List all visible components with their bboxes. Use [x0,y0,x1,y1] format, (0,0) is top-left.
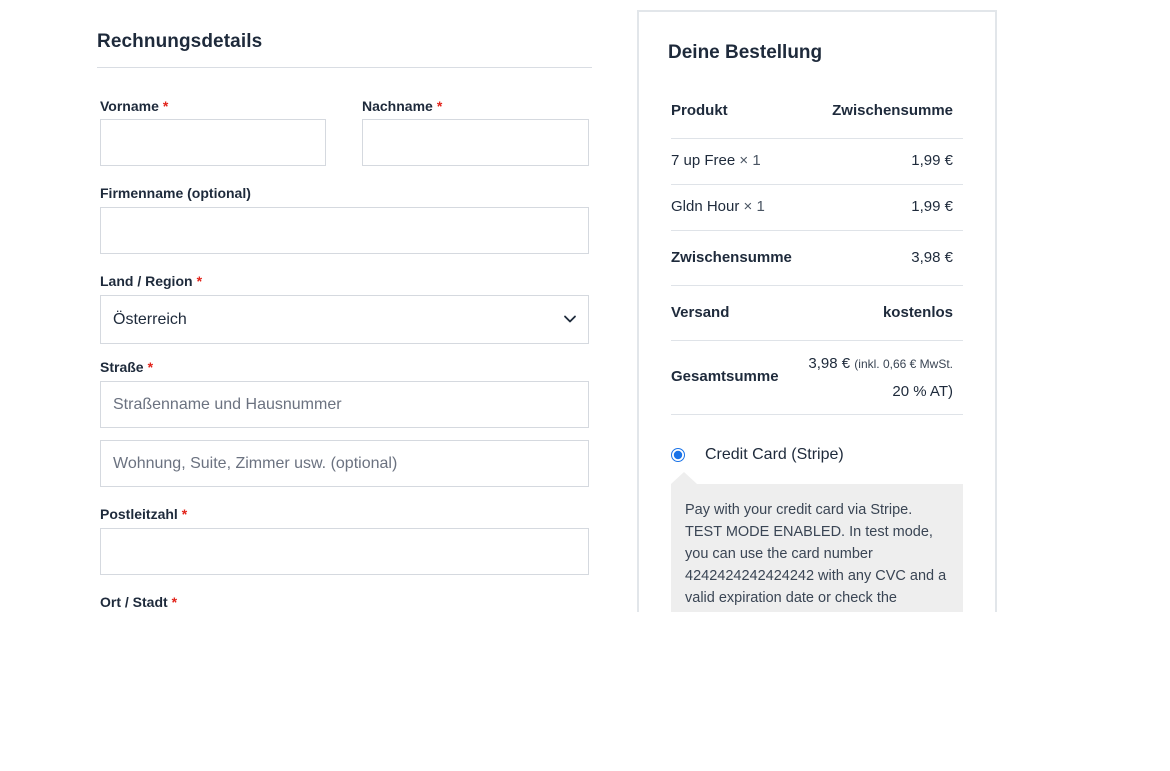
city-label: Ort / Stadt * [100,594,177,610]
order-item-quantity: × 1 [743,198,765,215]
subtotal-value: 3,98 € [911,249,953,266]
street-address-2-input[interactable] [100,440,589,487]
order-title: Deine Bestellung [668,42,823,63]
order-item-price: 1,99 € [911,152,953,169]
total-label: Gesamtsumme [671,368,779,385]
column-header-subtotal: Zwischensumme [832,102,953,119]
required-marker: * [436,98,443,114]
payment-method-radio-wrap [671,448,685,462]
shipping-label: Versand [671,304,730,321]
first-name-label-text: Vorname [100,98,159,114]
last-name-input[interactable] [362,119,589,166]
required-marker: * [171,594,178,610]
order-item-row: 7 up Free × 1 1,99 € [671,138,963,185]
total-row: Gesamtsumme 3,98 € (inkl. 0,66 € MwSt. 2… [671,340,963,415]
street-label: Straße * [100,359,153,375]
billing-title: Rechnungsdetails [97,31,263,52]
order-table-header: Produkt Zwischensumme [671,94,963,139]
shipping-row: Versand kostenlos [671,285,963,341]
required-marker: * [196,273,203,289]
order-item-name: Gldn Hour × 1 [671,198,765,215]
last-name-label: Nachname * [362,98,442,114]
postcode-input[interactable] [100,528,589,575]
tax-note: (inkl. 0,66 € MwSt. [854,357,953,371]
payment-box-arrow [671,472,697,484]
shipping-value: kostenlos [882,304,953,321]
subtotal-label: Zwischensumme [671,249,792,266]
order-item-quantity: × 1 [739,152,761,169]
payment-method-label[interactable]: Credit Card (Stripe) [705,446,844,464]
page-viewport: Rechnungsdetails Vorname * Nachname * Firm… [0,0,1170,612]
company-label: Firmenname (optional) [100,185,251,201]
postcode-label-text: Postleitzahl [100,506,178,522]
column-header-product: Produkt [671,102,728,119]
city-label-text: Ort / Stadt [100,594,168,610]
chevron-down-icon [564,315,576,323]
billing-divider [97,67,592,68]
country-label-text: Land / Region [100,273,193,289]
payment-method-radio[interactable] [671,448,685,462]
payment-description-box: Pay with your credit card via Stripe. TE… [671,484,963,612]
last-name-label-text: Nachname [362,98,433,114]
order-item-row: Gldn Hour × 1 1,99 € [671,184,963,231]
order-item-name-text: Gldn Hour [671,198,740,215]
order-item-name: 7 up Free × 1 [671,152,761,169]
order-summary: Deine Bestellung Produkt Zwischensumme 7… [637,10,997,612]
country-select[interactable]: Österreich [100,295,589,344]
subtotal-row: Zwischensumme 3,98 € [671,230,963,286]
postcode-label: Postleitzahl * [100,506,187,522]
payment-description: Pay with your credit card via Stripe. TE… [685,502,947,606]
total-amount: 3,98 € [808,355,851,372]
first-name-input[interactable] [100,119,326,166]
required-marker: * [181,506,188,522]
tax-note-continued: 20 % AT) [892,383,953,400]
company-label-text: Firmenname (optional) [100,185,251,201]
street-label-text: Straße [100,359,144,375]
total-value: 3,98 € (inkl. 0,66 € MwSt. [808,355,953,372]
company-input[interactable] [100,207,589,254]
country-label: Land / Region * [100,273,202,289]
required-marker: * [162,98,169,114]
country-select-value: Österreich [113,310,187,328]
order-item-name-text: 7 up Free [671,152,736,169]
street-address-input[interactable] [100,381,589,428]
required-marker: * [147,359,154,375]
order-item-price: 1,99 € [911,198,953,215]
first-name-label: Vorname * [100,98,168,114]
